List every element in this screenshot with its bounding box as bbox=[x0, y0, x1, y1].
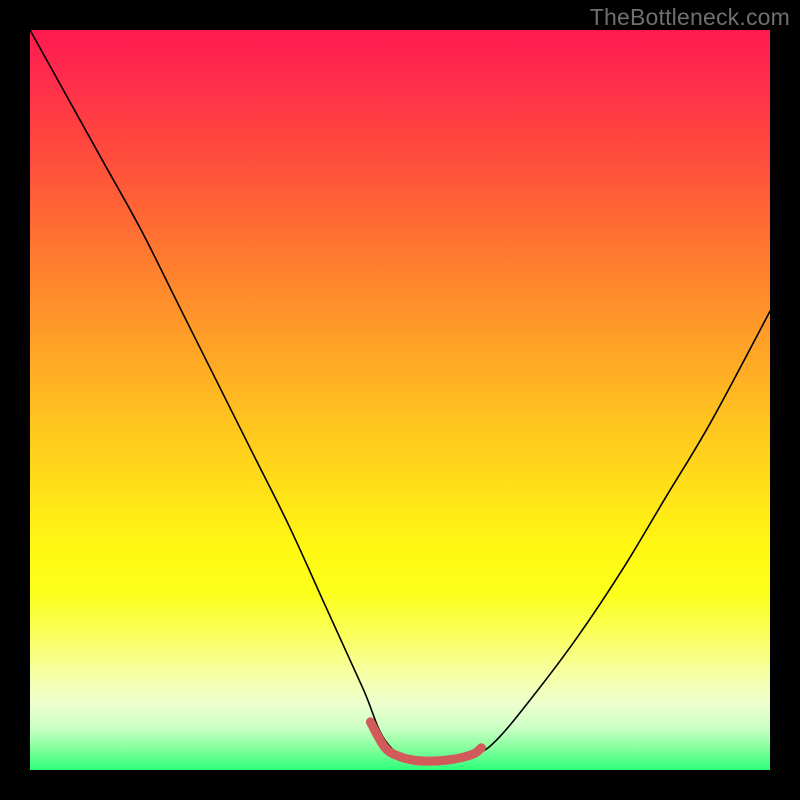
watermark-text: TheBottleneck.com bbox=[590, 4, 790, 31]
bottleneck-curve bbox=[30, 30, 770, 765]
optimal-flat-region bbox=[370, 722, 481, 761]
chart-frame: TheBottleneck.com bbox=[0, 0, 800, 800]
chart-svg bbox=[30, 30, 770, 770]
plot-area bbox=[30, 30, 770, 770]
